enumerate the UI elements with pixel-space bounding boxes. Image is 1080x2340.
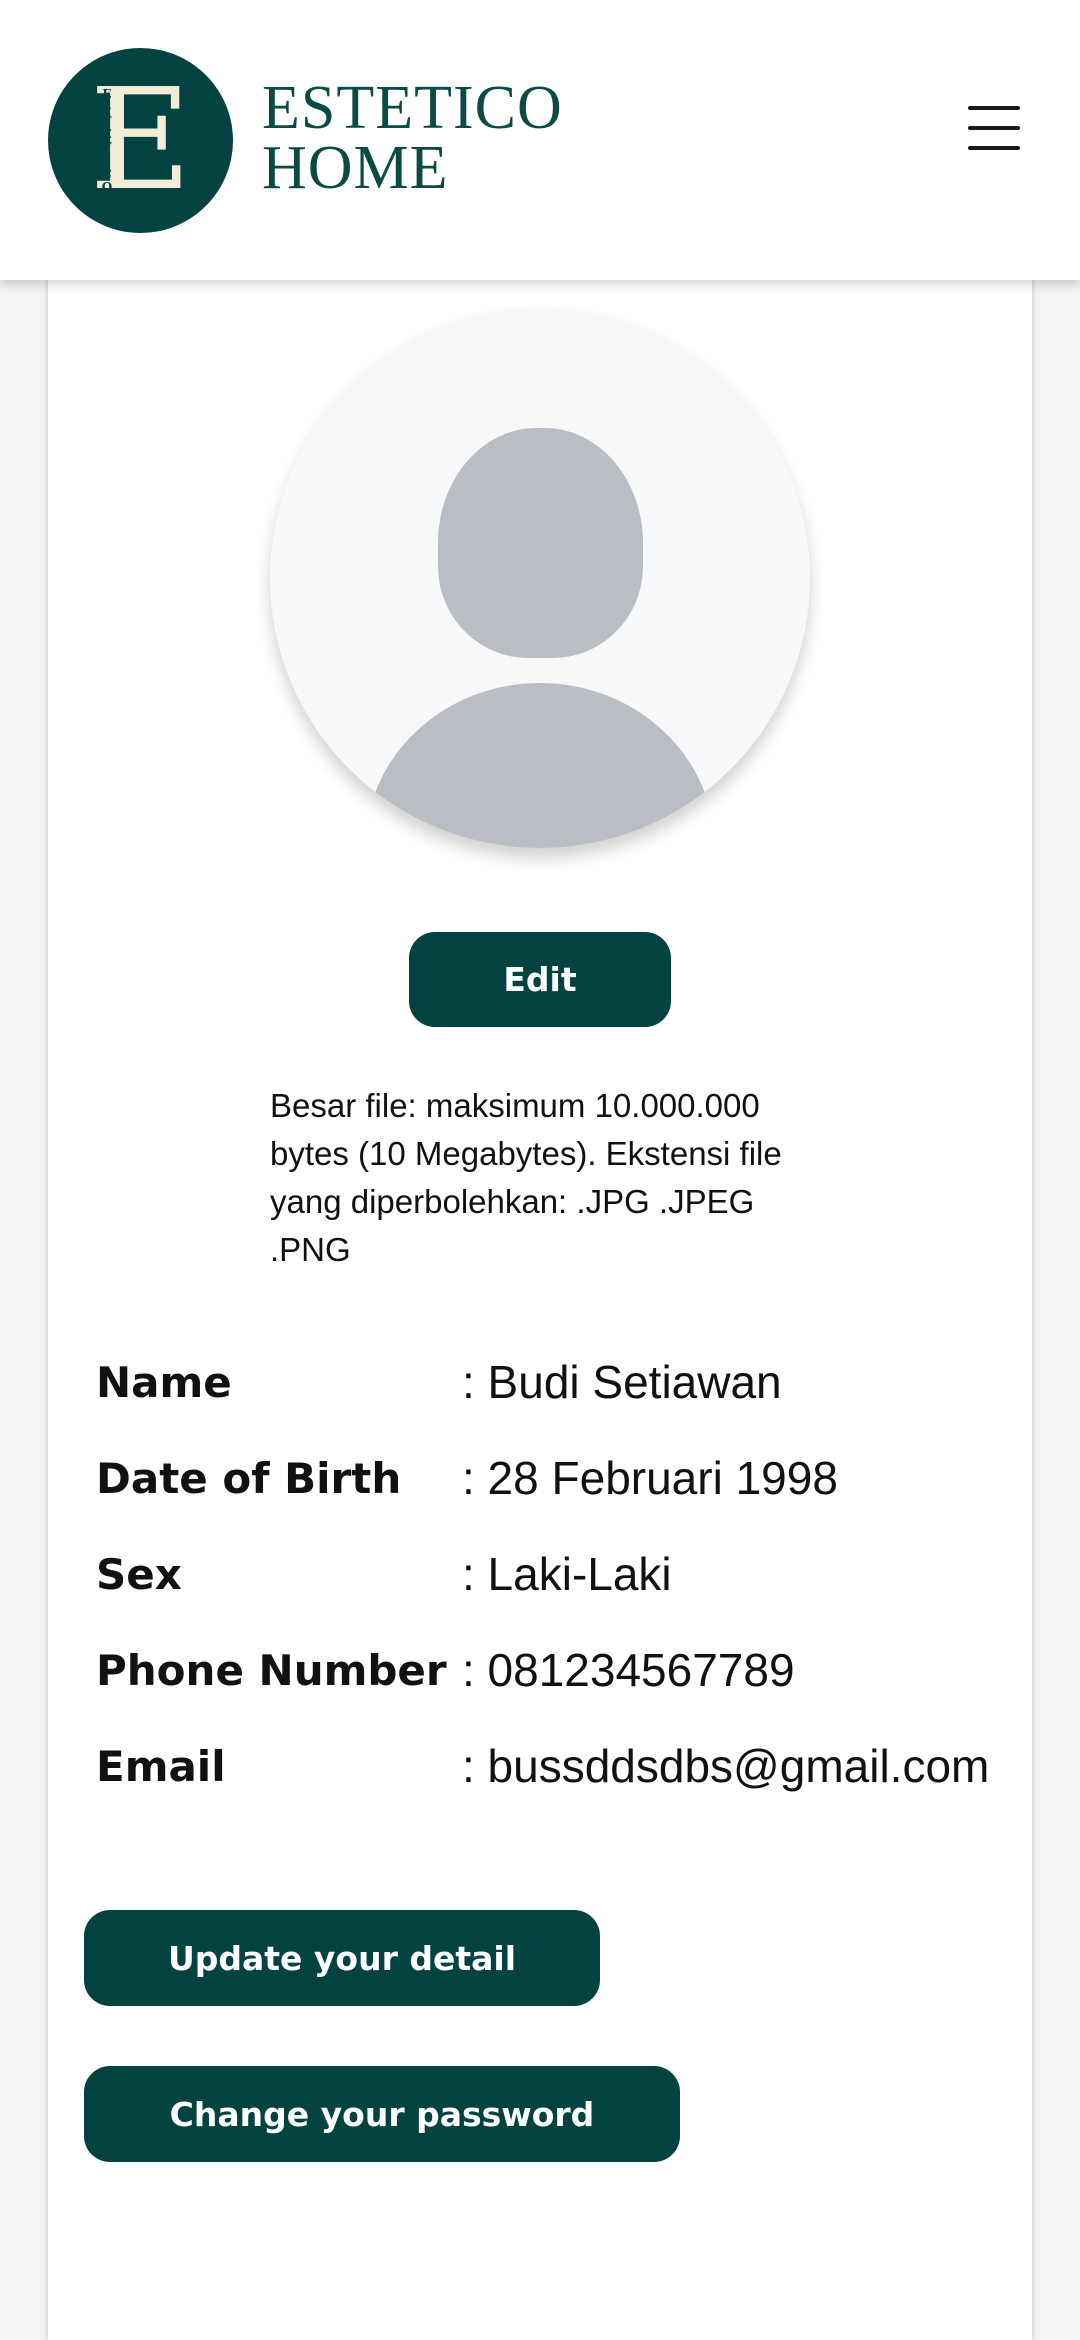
brand-line-1: ESTETICO bbox=[262, 74, 563, 142]
detail-row-name: Name : Budi Setiawan bbox=[96, 1348, 996, 1444]
logo-letter: E bbox=[89, 58, 192, 222]
brand-name[interactable]: ESTETICO HOME bbox=[262, 74, 563, 202]
app-header: E E S T E T I C O ESTETICO HOME bbox=[0, 0, 1080, 280]
hamburger-menu-icon[interactable] bbox=[968, 100, 1024, 152]
brand-logo[interactable]: E E S T E T I C O bbox=[48, 48, 233, 233]
logo-vertical-text: E S T E T I C O bbox=[101, 87, 113, 194]
detail-row-date-of-birth: Date of Birth : 28 Februari 1998 bbox=[96, 1444, 996, 1540]
detail-row-sex: Sex : Laki-Laki bbox=[96, 1540, 996, 1636]
avatar-head-shape bbox=[438, 428, 643, 658]
detail-value: : 081234567789 bbox=[462, 1644, 795, 1696]
detail-row-phone-number: Phone Number : 081234567789 bbox=[96, 1636, 996, 1732]
brand-line-2: HOME bbox=[262, 134, 449, 202]
detail-label: Sex bbox=[96, 1550, 182, 1599]
detail-label: Name bbox=[96, 1358, 232, 1407]
detail-label: Date of Birth bbox=[96, 1454, 402, 1503]
detail-label: Phone Number bbox=[96, 1646, 447, 1695]
detail-value: : Laki-Laki bbox=[462, 1548, 672, 1600]
detail-value: : 28 Februari 1998 bbox=[462, 1452, 838, 1504]
edit-photo-button[interactable]: Edit bbox=[409, 932, 671, 1027]
detail-row-email: Email : bussddsdbs@gmail.com bbox=[96, 1732, 996, 1828]
change-password-button[interactable]: Change your password bbox=[84, 2066, 680, 2162]
default-avatar-icon bbox=[270, 308, 810, 848]
detail-value: : Budi Setiawan bbox=[462, 1356, 782, 1408]
update-detail-button[interactable]: Update your detail bbox=[84, 1910, 600, 2006]
file-requirements-note: Besar file: maksimum 10.000.000 bytes (1… bbox=[270, 1087, 782, 1268]
avatar-body-shape bbox=[365, 683, 715, 848]
detail-value: : bussddsdbs@gmail.com bbox=[462, 1740, 990, 1792]
detail-label: Email bbox=[96, 1742, 226, 1791]
